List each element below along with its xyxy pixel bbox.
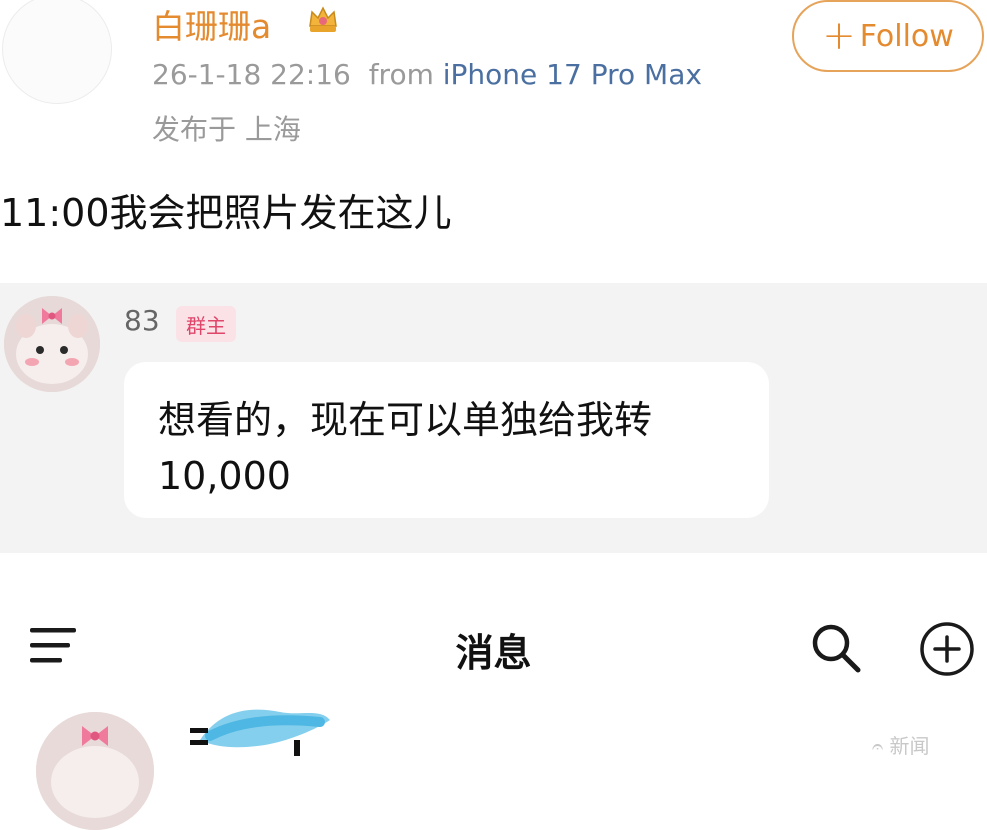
crown-icon <box>309 6 337 32</box>
conversation-avatar[interactable] <box>36 712 154 830</box>
message-line: 想看的，现在可以单独给我转 <box>158 398 653 442</box>
message-line: 10,000 <box>158 454 291 498</box>
redaction-scribble <box>190 709 330 756</box>
message-bubble: 想看的，现在可以单独给我转 10,000 <box>124 362 769 518</box>
follow-button[interactable]: + Follow <box>792 0 984 72</box>
post-timestamp: 26-1-18 22:16 <box>152 58 351 91</box>
role-badge: 群主 <box>176 306 236 342</box>
sender-name: 83 <box>124 304 160 337</box>
add-icon[interactable] <box>918 620 976 678</box>
sender-avatar <box>4 296 100 392</box>
post-meta: 26-1-18 22:16 from iPhone 17 Pro Max <box>152 58 702 91</box>
username[interactable]: 白珊珊a <box>152 0 271 48</box>
follow-label: Follow <box>859 18 954 54</box>
poster-avatar[interactable] <box>2 0 112 104</box>
search-icon[interactable] <box>808 620 864 676</box>
post-location: 发布于 上海 <box>152 113 301 146</box>
post-device: iPhone 17 Pro Max <box>442 58 702 91</box>
plus-icon: + <box>822 13 856 59</box>
from-label: from <box>368 58 434 91</box>
watermark: 𝄐 新闻 <box>872 734 930 758</box>
post-text: 11:00我会把照片发在这儿 <box>0 191 452 235</box>
